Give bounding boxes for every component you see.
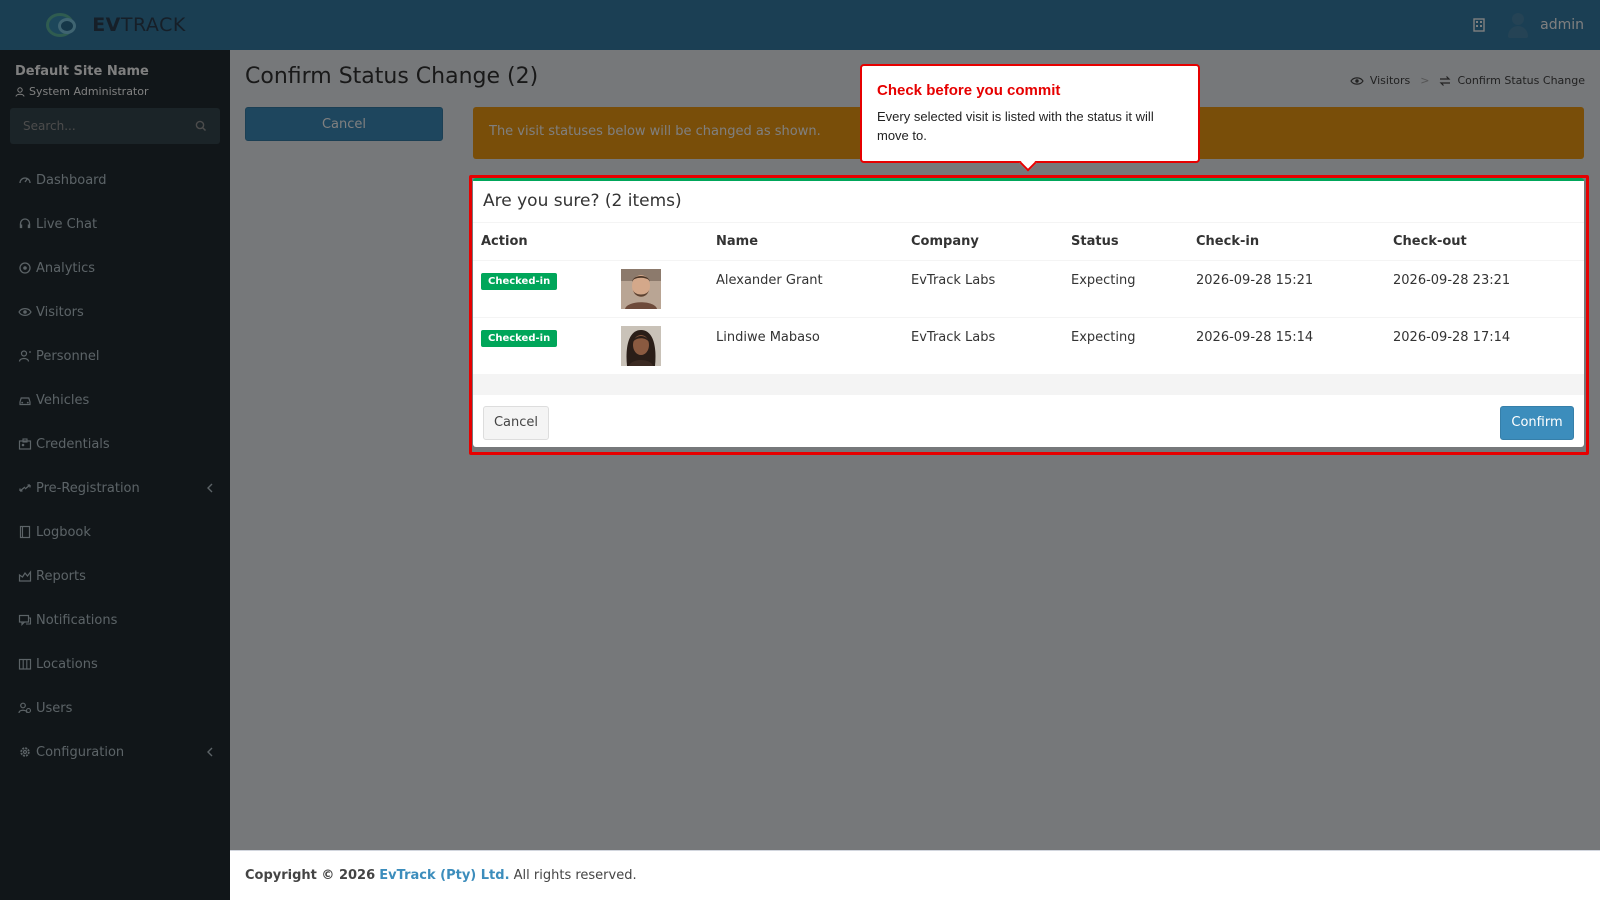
person-icon <box>15 86 25 97</box>
exchange-icon <box>1440 75 1451 86</box>
brand-name: EVTRACK <box>92 14 186 36</box>
breadcrumb-separator: > <box>1420 74 1430 87</box>
dashboard-icon <box>19 177 31 184</box>
user-menu[interactable]: admin <box>1506 12 1584 38</box>
sidebar-item-dashboard[interactable]: Dashboard <box>0 158 230 202</box>
sidebar-item-locations[interactable]: Locations <box>0 642 230 686</box>
user-role: System Administrator <box>15 85 215 98</box>
rights-text: All rights reserved. <box>513 868 637 883</box>
exchange-icon <box>19 484 31 492</box>
sidebar-item-personnel[interactable]: Personnel <box>0 334 230 378</box>
site-name: Default Site Name <box>15 64 149 79</box>
book-icon <box>19 525 31 539</box>
user-name: admin <box>1540 17 1584 33</box>
chevron-left-icon[interactable] <box>206 746 214 758</box>
id-card-icon <box>18 438 32 450</box>
target-icon <box>19 262 31 274</box>
sidebar-menu: Dashboard Live Chat Analytics Visitors P… <box>0 158 230 774</box>
headset-icon <box>19 218 31 229</box>
car-icon <box>19 397 31 406</box>
brand-logo[interactable]: EVTRACK <box>0 0 230 50</box>
sidebar-item-credentials[interactable]: Credentials <box>0 422 230 466</box>
sidebar-item-pre-registration[interactable]: Pre-Registration <box>0 466 230 510</box>
map-icon <box>18 658 32 670</box>
tooltip-body: Every selected visit is listed with the … <box>877 109 1154 143</box>
breadcrumb: Visitors > Confirm Status Change <box>1350 74 1585 87</box>
page-title: Confirm Status Change (2) <box>245 64 539 89</box>
top-navbar: EVTRACK admin <box>0 0 1600 50</box>
page-footer: Copyright © 2026 EvTrack (Pty) Ltd. All … <box>230 850 1600 900</box>
eye-icon <box>1350 76 1364 85</box>
person-icon <box>18 350 31 362</box>
search-icon[interactable] <box>194 119 208 133</box>
cancel-button[interactable]: Cancel <box>245 107 443 141</box>
user-avatar-icon <box>1506 12 1530 38</box>
eye-icon <box>18 308 32 316</box>
copyright-text: Copyright © 2026 <box>245 868 376 883</box>
sidebar: Default Site Name System Administrator D… <box>0 50 230 900</box>
gear-icon <box>20 747 30 757</box>
sidebar-item-users[interactable]: Users <box>0 686 230 730</box>
sidebar-item-notifications[interactable]: Notifications <box>0 598 230 642</box>
chevron-left-icon[interactable] <box>206 482 214 494</box>
company-link[interactable]: EvTrack (Pty) Ltd. <box>379 868 509 883</box>
sidebar-item-analytics[interactable]: Analytics <box>0 246 230 290</box>
users-icon <box>18 702 32 714</box>
highlight-frame <box>469 175 1589 455</box>
breadcrumb-visitors[interactable]: Visitors <box>1370 74 1410 87</box>
sidebar-item-visitors[interactable]: Visitors <box>0 290 230 334</box>
building-icon[interactable] <box>1472 18 1486 32</box>
sidebar-item-configuration[interactable]: Configuration <box>0 730 230 774</box>
search-input[interactable] <box>10 108 220 144</box>
chart-icon <box>18 570 32 582</box>
breadcrumb-current: Confirm Status Change <box>1457 74 1585 87</box>
sidebar-item-live-chat[interactable]: Live Chat <box>0 202 230 246</box>
logo-mark-icon <box>44 10 88 40</box>
sidebar-item-vehicles[interactable]: Vehicles <box>0 378 230 422</box>
sidebar-item-logbook[interactable]: Logbook <box>0 510 230 554</box>
tooltip-title: Check before you commit <box>877 82 1061 99</box>
comment-icon <box>18 614 32 626</box>
sidebar-item-reports[interactable]: Reports <box>0 554 230 598</box>
sidebar-search <box>10 108 220 144</box>
tutorial-tooltip: Check before you commit Every selected v… <box>860 64 1200 172</box>
